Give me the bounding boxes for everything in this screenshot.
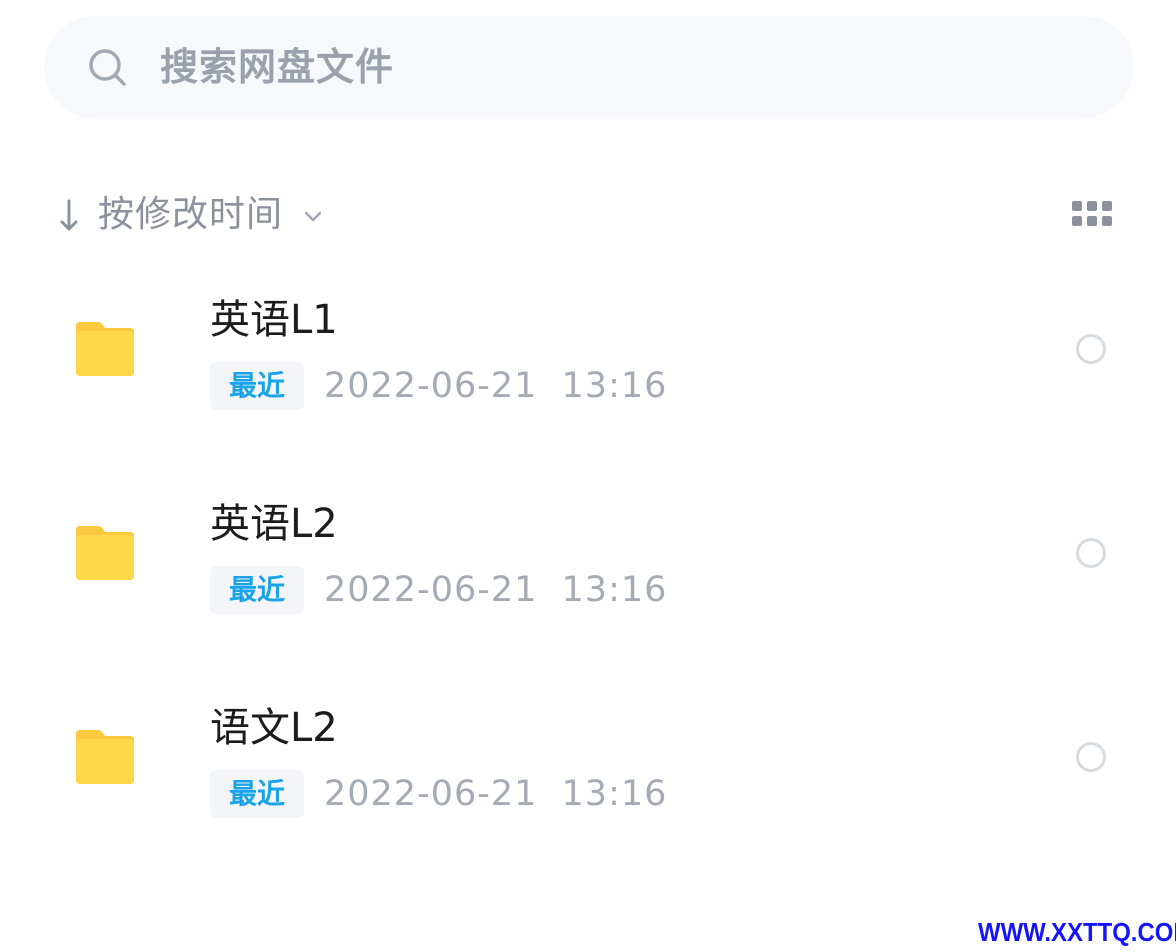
watermark-text: WWW.XXTTQ.COM bbox=[978, 917, 1176, 947]
select-checkbox[interactable] bbox=[1076, 742, 1106, 772]
search-input[interactable]: 搜索网盘文件 bbox=[160, 40, 394, 94]
select-checkbox[interactable] bbox=[1076, 334, 1106, 364]
recent-badge: 最近 bbox=[210, 770, 304, 818]
folder-icon bbox=[76, 730, 134, 784]
folder-icon bbox=[76, 526, 134, 580]
sort-label: 按修改时间 bbox=[98, 194, 284, 235]
grid-view-icon[interactable] bbox=[1072, 201, 1112, 227]
sort-selector[interactable]: 按修改时间 bbox=[54, 188, 325, 242]
file-name: 英语L2 bbox=[210, 501, 338, 547]
list-item[interactable]: 语文L2 最近 2022-06-21 13:16 bbox=[0, 680, 1176, 884]
arrow-down-icon bbox=[60, 199, 78, 231]
select-checkbox[interactable] bbox=[1076, 538, 1106, 568]
search-bar[interactable]: 搜索网盘文件 bbox=[44, 16, 1134, 118]
list-item[interactable]: 英语L1 最近 2022-06-21 13:16 bbox=[0, 272, 1176, 476]
list-item[interactable]: 英语L2 最近 2022-06-21 13:16 bbox=[0, 476, 1176, 680]
folder-icon bbox=[76, 322, 134, 376]
file-name: 英语L1 bbox=[210, 297, 338, 343]
file-date: 2022-06-21 13:16 bbox=[324, 774, 668, 814]
file-date: 2022-06-21 13:16 bbox=[324, 366, 668, 406]
file-name: 语文L2 bbox=[210, 705, 338, 751]
recent-badge: 最近 bbox=[210, 362, 304, 410]
search-icon bbox=[89, 49, 126, 86]
file-date: 2022-06-21 13:16 bbox=[324, 570, 668, 610]
chevron-down-icon bbox=[304, 211, 322, 222]
recent-badge: 最近 bbox=[210, 566, 304, 614]
